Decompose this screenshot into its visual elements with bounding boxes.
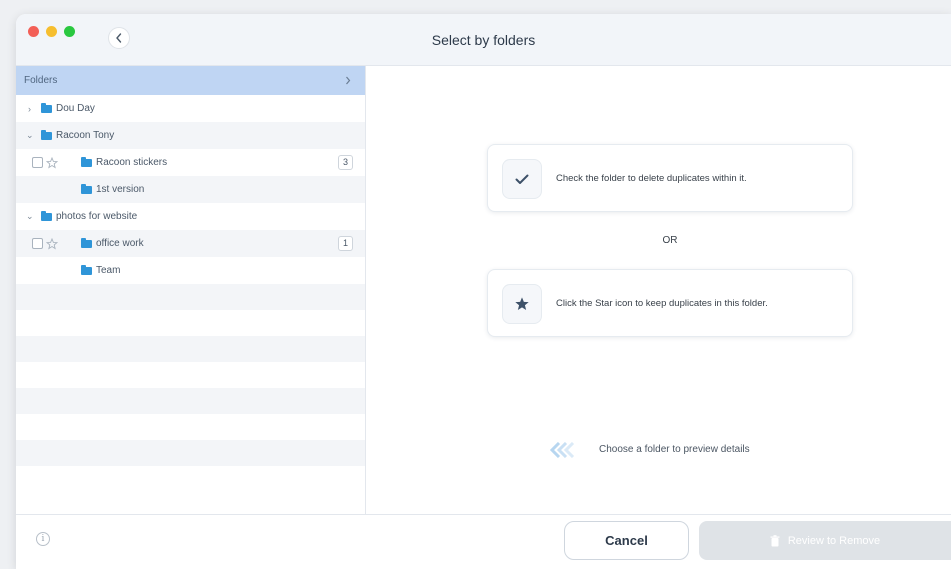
star-icon[interactable] bbox=[46, 156, 58, 169]
empty-row bbox=[16, 414, 365, 440]
review-to-remove-label: Review to Remove bbox=[787, 534, 881, 547]
folders-header-label: Folders bbox=[24, 75, 58, 86]
folder-row-photos-for-website[interactable]: ⌄ photos for website bbox=[16, 203, 365, 230]
star-hint-text: Click the Star icon to keep duplicates i… bbox=[556, 298, 768, 309]
trash-icon bbox=[770, 534, 780, 546]
folders-header[interactable]: Folders bbox=[16, 66, 365, 95]
checkmark-icon bbox=[515, 174, 529, 184]
folders-sidebar: Folders › Dou Day ⌄ Racoon Tony Racoon s… bbox=[16, 66, 366, 514]
info-icon[interactable]: i bbox=[36, 532, 50, 546]
cancel-button[interactable]: Cancel bbox=[564, 521, 689, 560]
main-panel: Check the folder to delete duplicates wi… bbox=[367, 66, 951, 514]
empty-row bbox=[16, 336, 365, 362]
star-icon-box bbox=[502, 284, 542, 324]
empty-row bbox=[16, 388, 365, 414]
chevron-right-icon[interactable]: › bbox=[28, 104, 31, 114]
folder-label: office work bbox=[96, 238, 144, 249]
empty-row bbox=[16, 284, 365, 310]
folder-label: Racoon Tony bbox=[56, 130, 115, 141]
duplicate-count-badge: 3 bbox=[338, 155, 353, 170]
preview-hint: Choose a folder to preview details bbox=[549, 440, 809, 460]
folder-icon bbox=[81, 237, 92, 248]
folder-icon bbox=[41, 102, 52, 113]
folder-icon bbox=[81, 183, 92, 194]
title-bar: Select by folders bbox=[16, 14, 951, 66]
checkmark-icon-box bbox=[502, 159, 542, 199]
folder-icon bbox=[81, 156, 92, 167]
empty-row bbox=[16, 440, 365, 466]
preview-hint-text: Choose a folder to preview details bbox=[599, 444, 750, 455]
double-chevron-left-icon bbox=[549, 442, 575, 458]
folder-row-office-work[interactable]: office work 1 bbox=[16, 230, 365, 257]
folder-row-dou-day[interactable]: › Dou Day bbox=[16, 95, 365, 122]
folder-row-1st-version[interactable]: 1st version bbox=[16, 176, 365, 203]
folder-icon bbox=[41, 129, 52, 140]
chevron-right-icon[interactable] bbox=[345, 76, 351, 85]
folder-label: photos for website bbox=[56, 211, 138, 222]
folder-checkbox[interactable] bbox=[32, 157, 43, 168]
check-hint-text: Check the folder to delete duplicates wi… bbox=[556, 173, 747, 184]
folder-label: Team bbox=[96, 265, 121, 276]
empty-row bbox=[16, 310, 365, 336]
folder-icon bbox=[41, 210, 52, 221]
or-separator: OR bbox=[662, 235, 678, 246]
footer-bar: i Cancel Review to Remove bbox=[16, 514, 951, 569]
check-hint-card: Check the folder to delete duplicates wi… bbox=[487, 144, 853, 212]
star-icon bbox=[515, 297, 529, 310]
duplicate-count-badge: 1 bbox=[338, 236, 353, 251]
review-to-remove-button[interactable]: Review to Remove bbox=[699, 521, 951, 560]
chevron-down-icon[interactable]: ⌄ bbox=[26, 130, 34, 141]
folder-label: Racoon stickers bbox=[96, 157, 168, 168]
folder-icon bbox=[81, 264, 92, 275]
folder-row-racoon-tony[interactable]: ⌄ Racoon Tony bbox=[16, 122, 365, 149]
app-window: Select by folders Folders › Dou Day ⌄ Ra… bbox=[16, 14, 951, 569]
window-title: Select by folders bbox=[431, 32, 536, 48]
star-hint-card: Click the Star icon to keep duplicates i… bbox=[487, 269, 853, 337]
folder-label: Dou Day bbox=[56, 103, 95, 114]
folder-row-racoon-stickers[interactable]: Racoon stickers 3 bbox=[16, 149, 365, 176]
chevron-down-icon[interactable]: ⌄ bbox=[26, 211, 34, 222]
empty-row bbox=[16, 362, 365, 388]
folder-label: 1st version bbox=[96, 184, 145, 195]
empty-row bbox=[16, 466, 365, 492]
folder-row-team[interactable]: Team bbox=[16, 257, 365, 284]
star-icon[interactable] bbox=[46, 237, 58, 250]
folder-checkbox[interactable] bbox=[32, 238, 43, 249]
